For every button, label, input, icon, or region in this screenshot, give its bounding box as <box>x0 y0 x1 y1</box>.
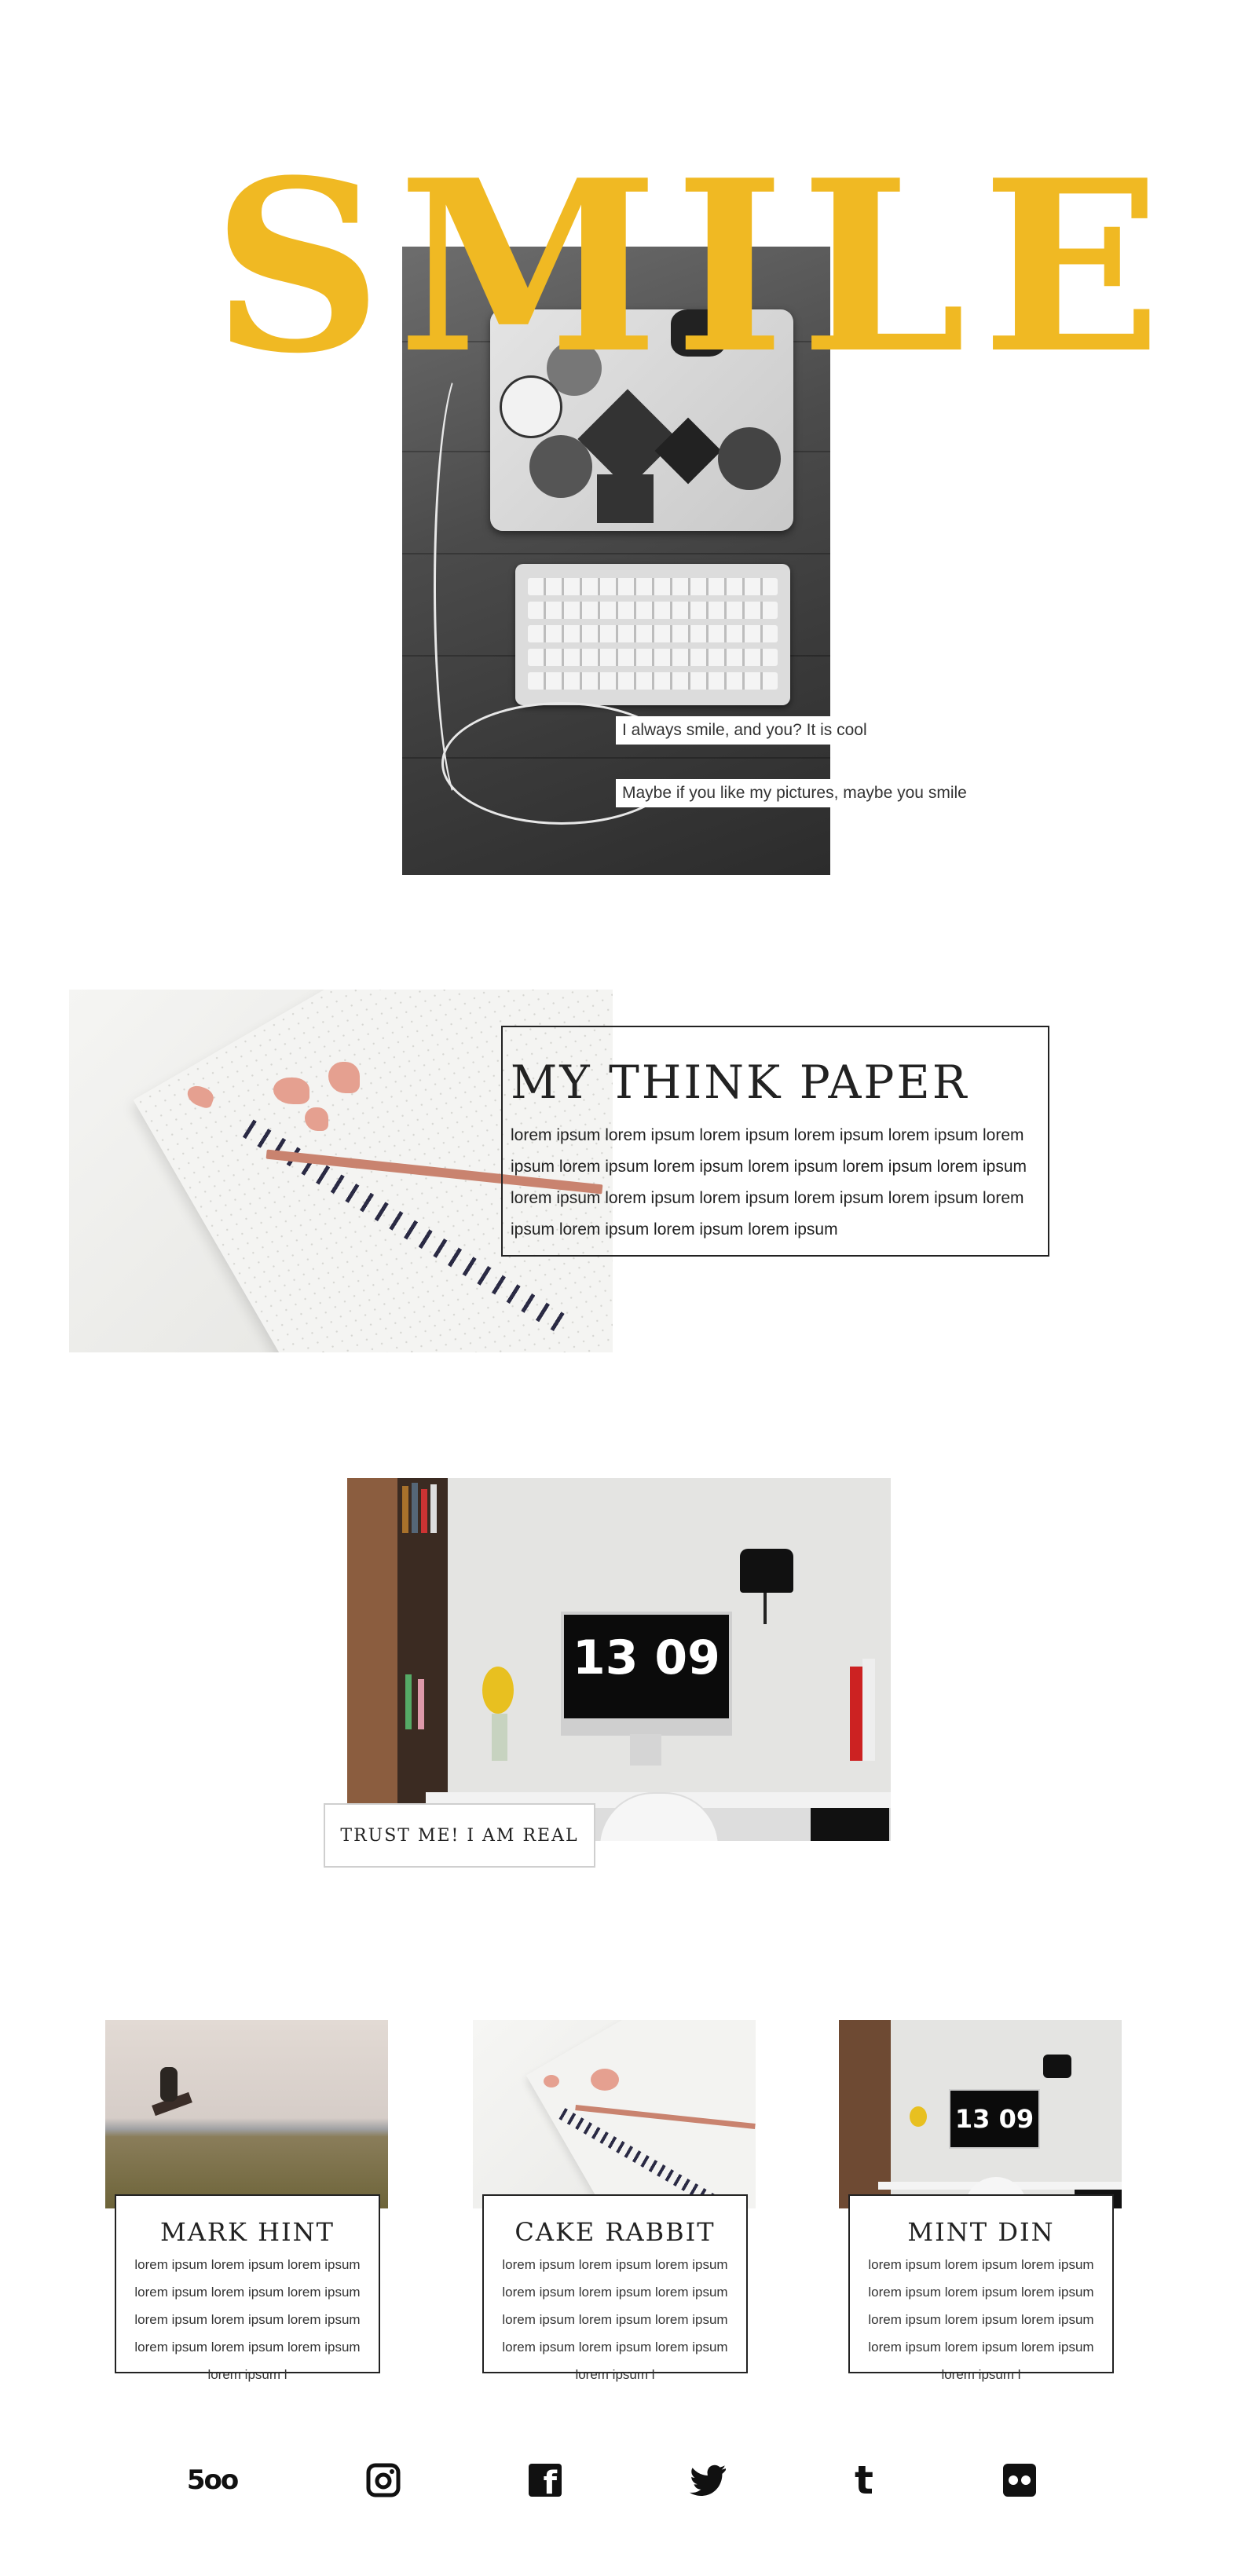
hero-caption-2: Maybe if you like my pictures, maybe you… <box>616 779 976 807</box>
card-mint-din: MINT DIN lorem ipsum lorem ipsum lorem i… <box>848 2194 1114 2382</box>
card-text: lorem ipsum lorem ipsum lorem ipsum lore… <box>502 2257 728 2382</box>
tumblr-icon[interactable]: t <box>840 2457 888 2504</box>
twitter-icon[interactable] <box>685 2457 732 2504</box>
instagram-icon[interactable] <box>360 2457 407 2504</box>
flickr-icon[interactable] <box>996 2457 1043 2504</box>
card-cake-rabbit: CAKE RABBIT lorem ipsum lorem ipsum lore… <box>482 2194 748 2382</box>
card-image-mark-hint <box>105 2020 388 2208</box>
imac-screen: 13 09 <box>561 1612 732 1736</box>
card-title: MARK HINT <box>160 2217 335 2247</box>
card-image-mint-din: 13 09 <box>839 2020 1122 2208</box>
card-text: lorem ipsum lorem ipsum lorem ipsum lore… <box>868 2257 1094 2382</box>
500px-icon[interactable]: 5oo <box>187 2457 239 2504</box>
card-clock: 13 09 <box>949 2089 1040 2149</box>
card-image-cake-rabbit <box>473 2020 756 2208</box>
keyboard-image <box>515 564 790 705</box>
card-mark-hint: MARK HINT lorem ipsum lorem ipsum lorem … <box>115 2194 380 2382</box>
imac-clock: 13 09 <box>573 1630 720 1685</box>
think-paper-text: lorem ipsum lorem ipsum lorem ipsum lore… <box>511 1126 1027 1239</box>
think-paper-card: MY THINK PAPER lorem ipsum lorem ipsum l… <box>501 1026 1049 1257</box>
card-title: CAKE RABBIT <box>514 2217 716 2247</box>
facebook-icon[interactable]: f <box>522 2457 569 2504</box>
hero-caption-1: I always smile, and you? It is cool <box>616 716 877 745</box>
card-title: MINT DIN <box>907 2217 1055 2247</box>
card-text: lorem ipsum lorem ipsum lorem ipsum lore… <box>134 2257 361 2382</box>
think-paper-title: MY THINK PAPER <box>511 1056 969 1109</box>
trust-label: TRUST ME! I AM REAL <box>324 1803 595 1868</box>
desk-photo: 13 09 <box>347 1478 891 1841</box>
hero-title: SMILE <box>212 128 1177 405</box>
